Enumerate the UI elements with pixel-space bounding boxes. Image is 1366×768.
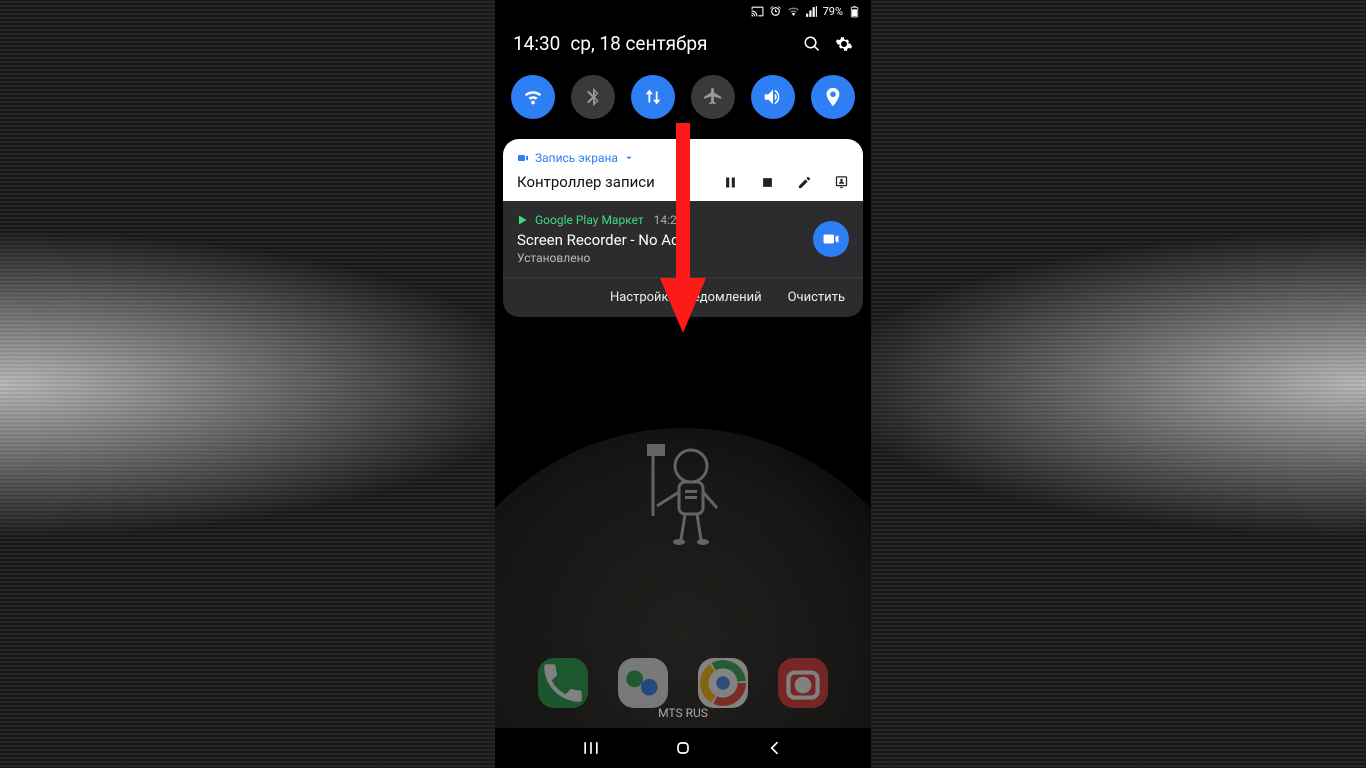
notif2-app-icon[interactable] [813, 221, 849, 257]
app-phone[interactable] [538, 658, 588, 708]
chevron-down-icon[interactable] [624, 153, 634, 163]
tile-mobile-data[interactable] [631, 75, 675, 119]
notif2-title: Screen Recorder - No Ads [517, 231, 803, 249]
messages-icon [618, 658, 668, 708]
notif2-app-row: Google Play Маркет 14:28 [517, 213, 803, 227]
notif1-title: Контроллер записи [517, 173, 655, 191]
app-messages[interactable] [618, 658, 668, 708]
tile-bluetooth[interactable] [571, 75, 615, 119]
wifi-status-icon [787, 5, 800, 18]
wifi-icon [522, 86, 544, 108]
data-arrows-icon [642, 86, 664, 108]
alarm-icon [769, 5, 782, 18]
tile-sound[interactable] [751, 75, 795, 119]
airplane-icon [702, 86, 724, 108]
battery-text: 79% [823, 5, 843, 18]
app-chrome[interactable] [698, 658, 748, 708]
cast-icon [751, 5, 764, 18]
notif1-app-row: Запись экрана [517, 151, 849, 165]
back-button[interactable] [765, 738, 785, 758]
signal-icon [805, 5, 818, 18]
tile-airplane[interactable] [691, 75, 735, 119]
notif2-app-name: Google Play Маркет [535, 213, 644, 227]
phone-frame: 79% 14:30 ср, 18 сентября Запись экрана … [495, 0, 871, 768]
location-icon [822, 86, 844, 108]
notification-settings-button[interactable]: Настройки уведомлений [610, 290, 762, 305]
recents-button[interactable] [581, 738, 601, 758]
tile-location[interactable] [811, 75, 855, 119]
home-button[interactable] [673, 738, 693, 758]
dock [495, 658, 871, 708]
chrome-icon [698, 658, 748, 708]
notification-play-store[interactable]: Google Play Маркет 14:28 Screen Recorder… [503, 201, 863, 277]
clock-text: 14:30 [513, 32, 560, 55]
quick-settings-header: 14:30 ср, 18 сентября [495, 22, 871, 65]
camera-app-icon [778, 658, 828, 708]
notif2-time: 14:28 [654, 213, 684, 227]
edit-icon[interactable] [797, 175, 812, 190]
clear-all-button[interactable]: Очистить [788, 290, 845, 305]
astronaut-graphic [643, 436, 723, 556]
carrier-label: MTS RUS [495, 706, 871, 720]
notification-footer: Настройки уведомлений Очистить [503, 277, 863, 317]
date-text: ср, 18 сентября [570, 32, 803, 55]
search-icon[interactable] [803, 35, 821, 53]
pause-icon[interactable] [723, 175, 738, 190]
navigation-bar [495, 728, 871, 768]
videocam-icon [822, 230, 840, 248]
notif2-subtitle: Установлено [517, 251, 803, 265]
volume-icon [762, 86, 784, 108]
phone-icon [538, 658, 588, 708]
bluetooth-icon [582, 86, 604, 108]
app-camera[interactable] [778, 658, 828, 708]
stop-icon[interactable] [760, 175, 775, 190]
notif1-app-name: Запись экрана [535, 151, 618, 165]
play-store-icon [517, 214, 529, 226]
quick-settings-tiles [495, 65, 871, 139]
status-bar: 79% [495, 0, 871, 22]
notification-screen-record[interactable]: Запись экрана Контроллер записи [503, 139, 863, 201]
tile-wifi[interactable] [511, 75, 555, 119]
gear-icon[interactable] [835, 35, 853, 53]
notification-panel: Запись экрана Контроллер записи Google P… [503, 139, 863, 317]
battery-icon [848, 5, 861, 18]
camera-icon [517, 152, 529, 164]
facecam-icon[interactable] [834, 175, 849, 190]
